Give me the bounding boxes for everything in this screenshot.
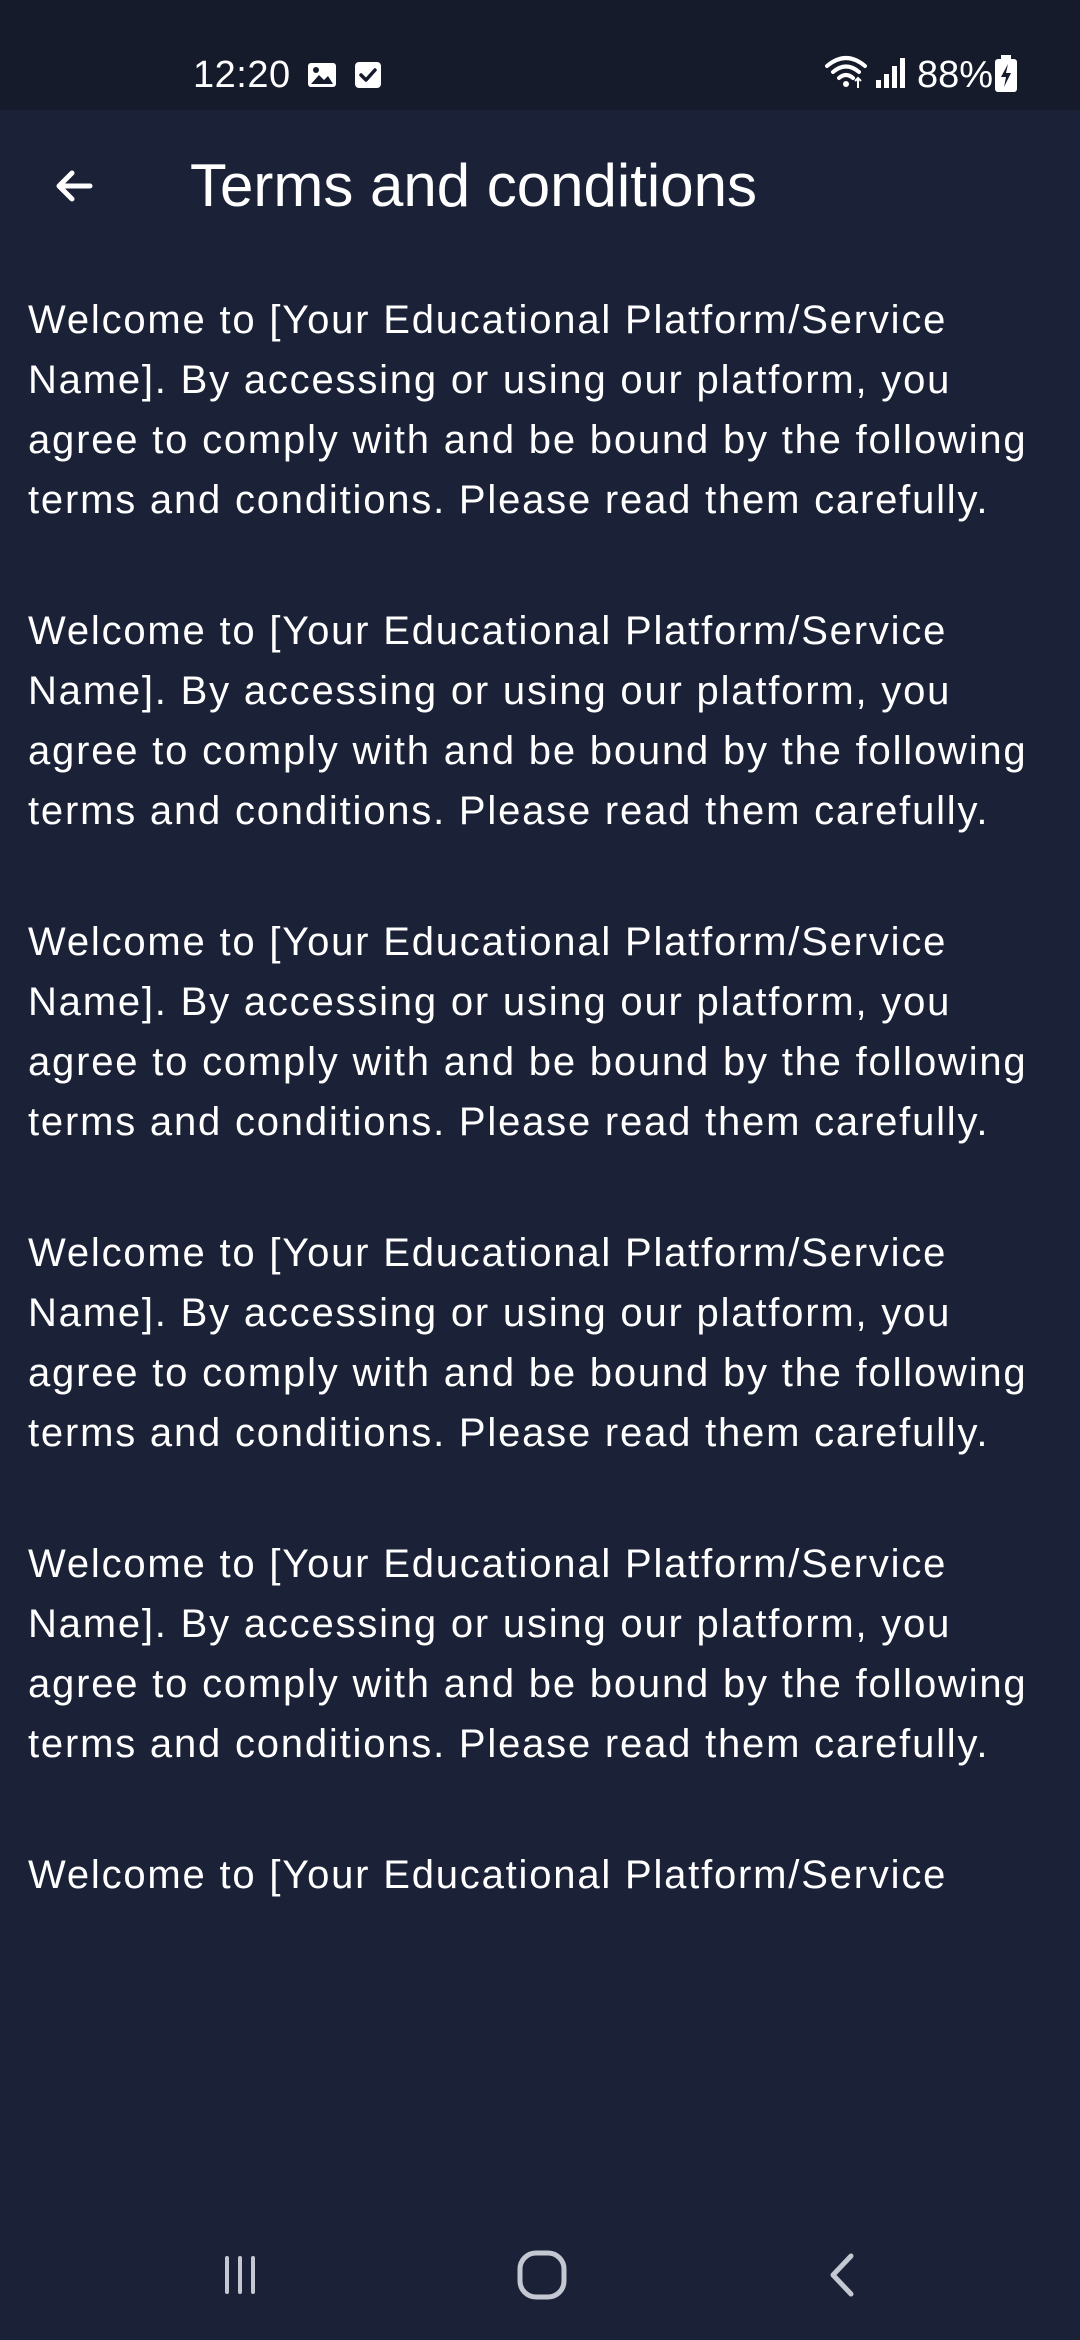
terms-paragraph: Welcome to [Your Educational Platform/Se… <box>28 1542 1028 1766</box>
battery-charging-icon <box>995 55 1017 92</box>
navigation-bar <box>0 2215 1080 2340</box>
arrow-left-icon <box>56 170 93 202</box>
wifi-icon <box>825 56 867 88</box>
terms-paragraph: Welcome to [Your Educational Platform/Se… <box>28 1853 948 1897</box>
terms-paragraph: Welcome to [Your Educational Platform/Se… <box>28 298 1028 522</box>
back-button[interactable] <box>34 146 114 226</box>
status-time: 12:20 <box>193 54 291 96</box>
status-bar: 12:20 88% <box>0 0 1080 110</box>
page-title: Terms and conditions <box>190 152 757 219</box>
battery-percent: 88% <box>917 54 994 96</box>
recent-apps-icon <box>225 2256 255 2294</box>
terms-content[interactable]: Welcome to [Your Educational Platform/Se… <box>0 260 1080 2215</box>
home-icon <box>517 2250 567 2300</box>
home-button[interactable] <box>482 2235 602 2315</box>
signal-icon <box>876 58 905 88</box>
checkbox-icon <box>355 62 381 88</box>
terms-paragraph: Welcome to [Your Educational Platform/Se… <box>28 1231 1028 1455</box>
nav-back-button[interactable] <box>784 2235 904 2315</box>
back-icon <box>830 2253 854 2297</box>
app-bar: Terms and conditions <box>0 110 1080 260</box>
terms-paragraph: Welcome to [Your Educational Platform/Se… <box>28 609 1028 833</box>
recent-apps-button[interactable] <box>180 2235 300 2315</box>
terms-paragraph: Welcome to [Your Educational Platform/Se… <box>28 920 1028 1144</box>
gallery-icon <box>308 63 336 87</box>
